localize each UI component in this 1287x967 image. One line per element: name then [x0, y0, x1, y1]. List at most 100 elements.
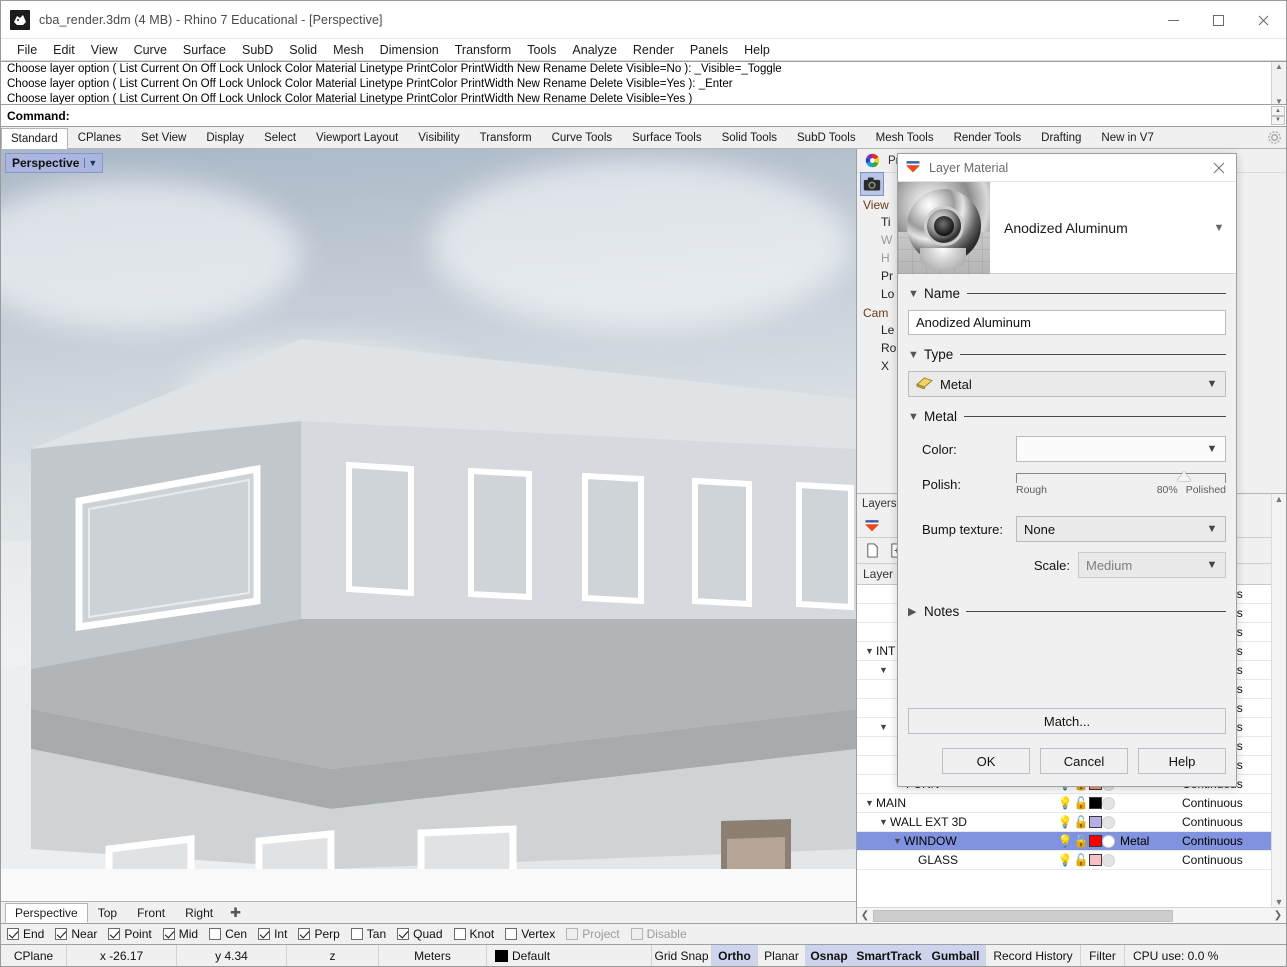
tab-display[interactable]: Display [196, 127, 254, 148]
chevron-down-icon[interactable]: ▼ [863, 798, 876, 808]
menu-help[interactable]: Help [736, 41, 778, 59]
material-dot[interactable] [1102, 797, 1115, 810]
menu-dimension[interactable]: Dimension [372, 41, 447, 59]
current-layer-color-swatch[interactable] [495, 950, 508, 962]
layer-color-swatch[interactable] [1089, 854, 1102, 866]
osnap-project[interactable]: Project [566, 927, 619, 941]
visibility-bulb-icon[interactable]: 💡 [1057, 815, 1073, 829]
osnap-mid[interactable]: Mid [163, 927, 198, 941]
chevron-down-icon[interactable]: ▼ [891, 836, 904, 846]
command-history-scrollbar[interactable]: ▲ ▼ [1271, 62, 1286, 105]
metal-color-picker[interactable]: ▼ [1016, 436, 1226, 462]
menu-mesh[interactable]: Mesh [325, 41, 372, 59]
menu-analyze[interactable]: Analyze [564, 41, 624, 59]
tab-render-tools[interactable]: Render Tools [944, 127, 1032, 148]
material-type-select[interactable]: Metal ▼ [908, 371, 1226, 397]
unlock-icon[interactable]: 🔓 [1073, 796, 1089, 810]
unlock-icon[interactable]: 🔓 [1073, 834, 1089, 848]
menu-tools[interactable]: Tools [519, 41, 564, 59]
material-preview-row[interactable]: Anodized Aluminum ▼ [898, 182, 1236, 274]
tab-cplanes[interactable]: CPlanes [68, 127, 131, 148]
chevron-down-icon[interactable]: ▼ [877, 817, 890, 827]
osnap-tan[interactable]: Tan [351, 927, 386, 941]
chevron-right-icon[interactable]: ❯ [1270, 910, 1286, 921]
checkbox-int[interactable] [258, 928, 270, 940]
new-layer-icon[interactable] [861, 540, 883, 562]
scroll-down-icon[interactable]: ▼ [1275, 97, 1283, 105]
tab-curve-tools[interactable]: Curve Tools [542, 127, 623, 148]
menu-panels[interactable]: Panels [682, 41, 736, 59]
chevron-down-icon[interactable]: ▼ [877, 665, 890, 675]
command-prompt[interactable]: Command: ▲ ▼ [1, 105, 1286, 127]
osnap-point[interactable]: Point [108, 927, 151, 941]
viewport-tab-top[interactable]: Top [88, 903, 127, 923]
maximize-button[interactable] [1196, 1, 1241, 39]
plus-icon[interactable]: ✚ [223, 905, 248, 921]
chevron-down-icon[interactable]: ▼ [1199, 517, 1225, 541]
visibility-bulb-icon[interactable]: 💡 [1057, 796, 1073, 810]
section-notes[interactable]: ▶ Notes [908, 604, 1226, 619]
layer-material-dialog[interactable]: Layer Material Anodized Aluminum ▼ ▼ Nam… [897, 153, 1237, 787]
osnap-disable[interactable]: Disable [631, 927, 687, 941]
osnap-quad[interactable]: Quad [397, 927, 442, 941]
section-type[interactable]: ▼ Type [908, 347, 1226, 362]
bump-texture-select[interactable]: None ▼ [1016, 516, 1226, 542]
menu-render[interactable]: Render [625, 41, 682, 59]
layers-horizontal-scrollbar[interactable]: ❮ ❯ [857, 907, 1286, 923]
section-metal[interactable]: ▼ Metal [908, 409, 1226, 424]
unlock-icon[interactable]: 🔓 [1073, 853, 1089, 867]
menu-file[interactable]: File [9, 41, 45, 59]
toggle-planar[interactable]: Planar [758, 945, 806, 967]
chevron-down-icon[interactable]: ▼ [1202, 222, 1236, 234]
tab-subd-tools[interactable]: SubD Tools [787, 127, 866, 148]
menu-edit[interactable]: Edit [45, 41, 83, 59]
viewport-label[interactable]: Perspective ▼ [5, 153, 103, 173]
tab-solid-tools[interactable]: Solid Tools [712, 127, 787, 148]
rhino-shield-icon[interactable] [861, 514, 883, 536]
checkbox-quad[interactable] [397, 928, 409, 940]
gear-icon[interactable] [1267, 130, 1282, 145]
table-row[interactable]: ▼ WALL EXT 3D 💡 🔓 Continuous [857, 813, 1286, 832]
chevron-down-icon[interactable]: ▼ [1199, 553, 1225, 577]
checkbox-vertex[interactable] [505, 928, 517, 940]
visibility-bulb-icon[interactable]: 💡 [1057, 834, 1073, 848]
close-button[interactable] [1241, 1, 1286, 39]
polish-slider[interactable]: Rough 80% Polished [1016, 470, 1226, 496]
polish-slider-track[interactable] [1016, 473, 1226, 483]
table-row[interactable]: GLASS 💡 🔓 Continuous [857, 851, 1286, 870]
tab-standard[interactable]: Standard [1, 128, 68, 149]
chevron-down-icon[interactable]: ▼ [1199, 372, 1225, 396]
current-layer-indicator[interactable]: Default [487, 945, 652, 967]
viewport-tab-perspective[interactable]: Perspective [5, 903, 88, 923]
viewport-tab-right[interactable]: Right [175, 903, 223, 923]
spinner-up-icon[interactable]: ▲ [1271, 106, 1285, 116]
layer-color-swatch[interactable] [1089, 816, 1102, 828]
toggle-filter[interactable]: Filter [1081, 945, 1125, 967]
menu-subd[interactable]: SubD [234, 41, 281, 59]
section-name[interactable]: ▼ Name [908, 286, 1226, 301]
menu-curve[interactable]: Curve [126, 41, 175, 59]
help-button[interactable]: Help [1138, 748, 1226, 774]
close-icon[interactable] [1202, 154, 1236, 182]
checkbox-cen[interactable] [209, 928, 221, 940]
checkbox-end[interactable] [7, 928, 19, 940]
checkbox-tan[interactable] [351, 928, 363, 940]
tab-visibility[interactable]: Visibility [408, 127, 469, 148]
tab-new-in-v7[interactable]: New in V7 [1091, 127, 1163, 148]
scroll-up-icon[interactable]: ▲ [1275, 62, 1283, 71]
menu-surface[interactable]: Surface [175, 41, 234, 59]
tab-transform[interactable]: Transform [470, 127, 542, 148]
tab-set-view[interactable]: Set View [131, 127, 196, 148]
scale-select[interactable]: Medium ▼ [1078, 552, 1226, 578]
cplane-indicator[interactable]: CPlane [1, 945, 67, 967]
chevron-down-icon[interactable]: ▼ [908, 288, 924, 300]
command-history[interactable]: Choose layer option ( List Current On Of… [1, 61, 1286, 105]
checkbox-mid[interactable] [163, 928, 175, 940]
checkbox-perp[interactable] [298, 928, 310, 940]
table-row[interactable]: ▼ MAIN 💡 🔓 Continuous [857, 794, 1286, 813]
material-dot[interactable] [1102, 835, 1115, 848]
osnap-knot[interactable]: Knot [454, 927, 495, 941]
menu-transform[interactable]: Transform [447, 41, 520, 59]
hscroll-thumb[interactable] [873, 910, 1173, 922]
minimize-button[interactable] [1151, 1, 1196, 39]
